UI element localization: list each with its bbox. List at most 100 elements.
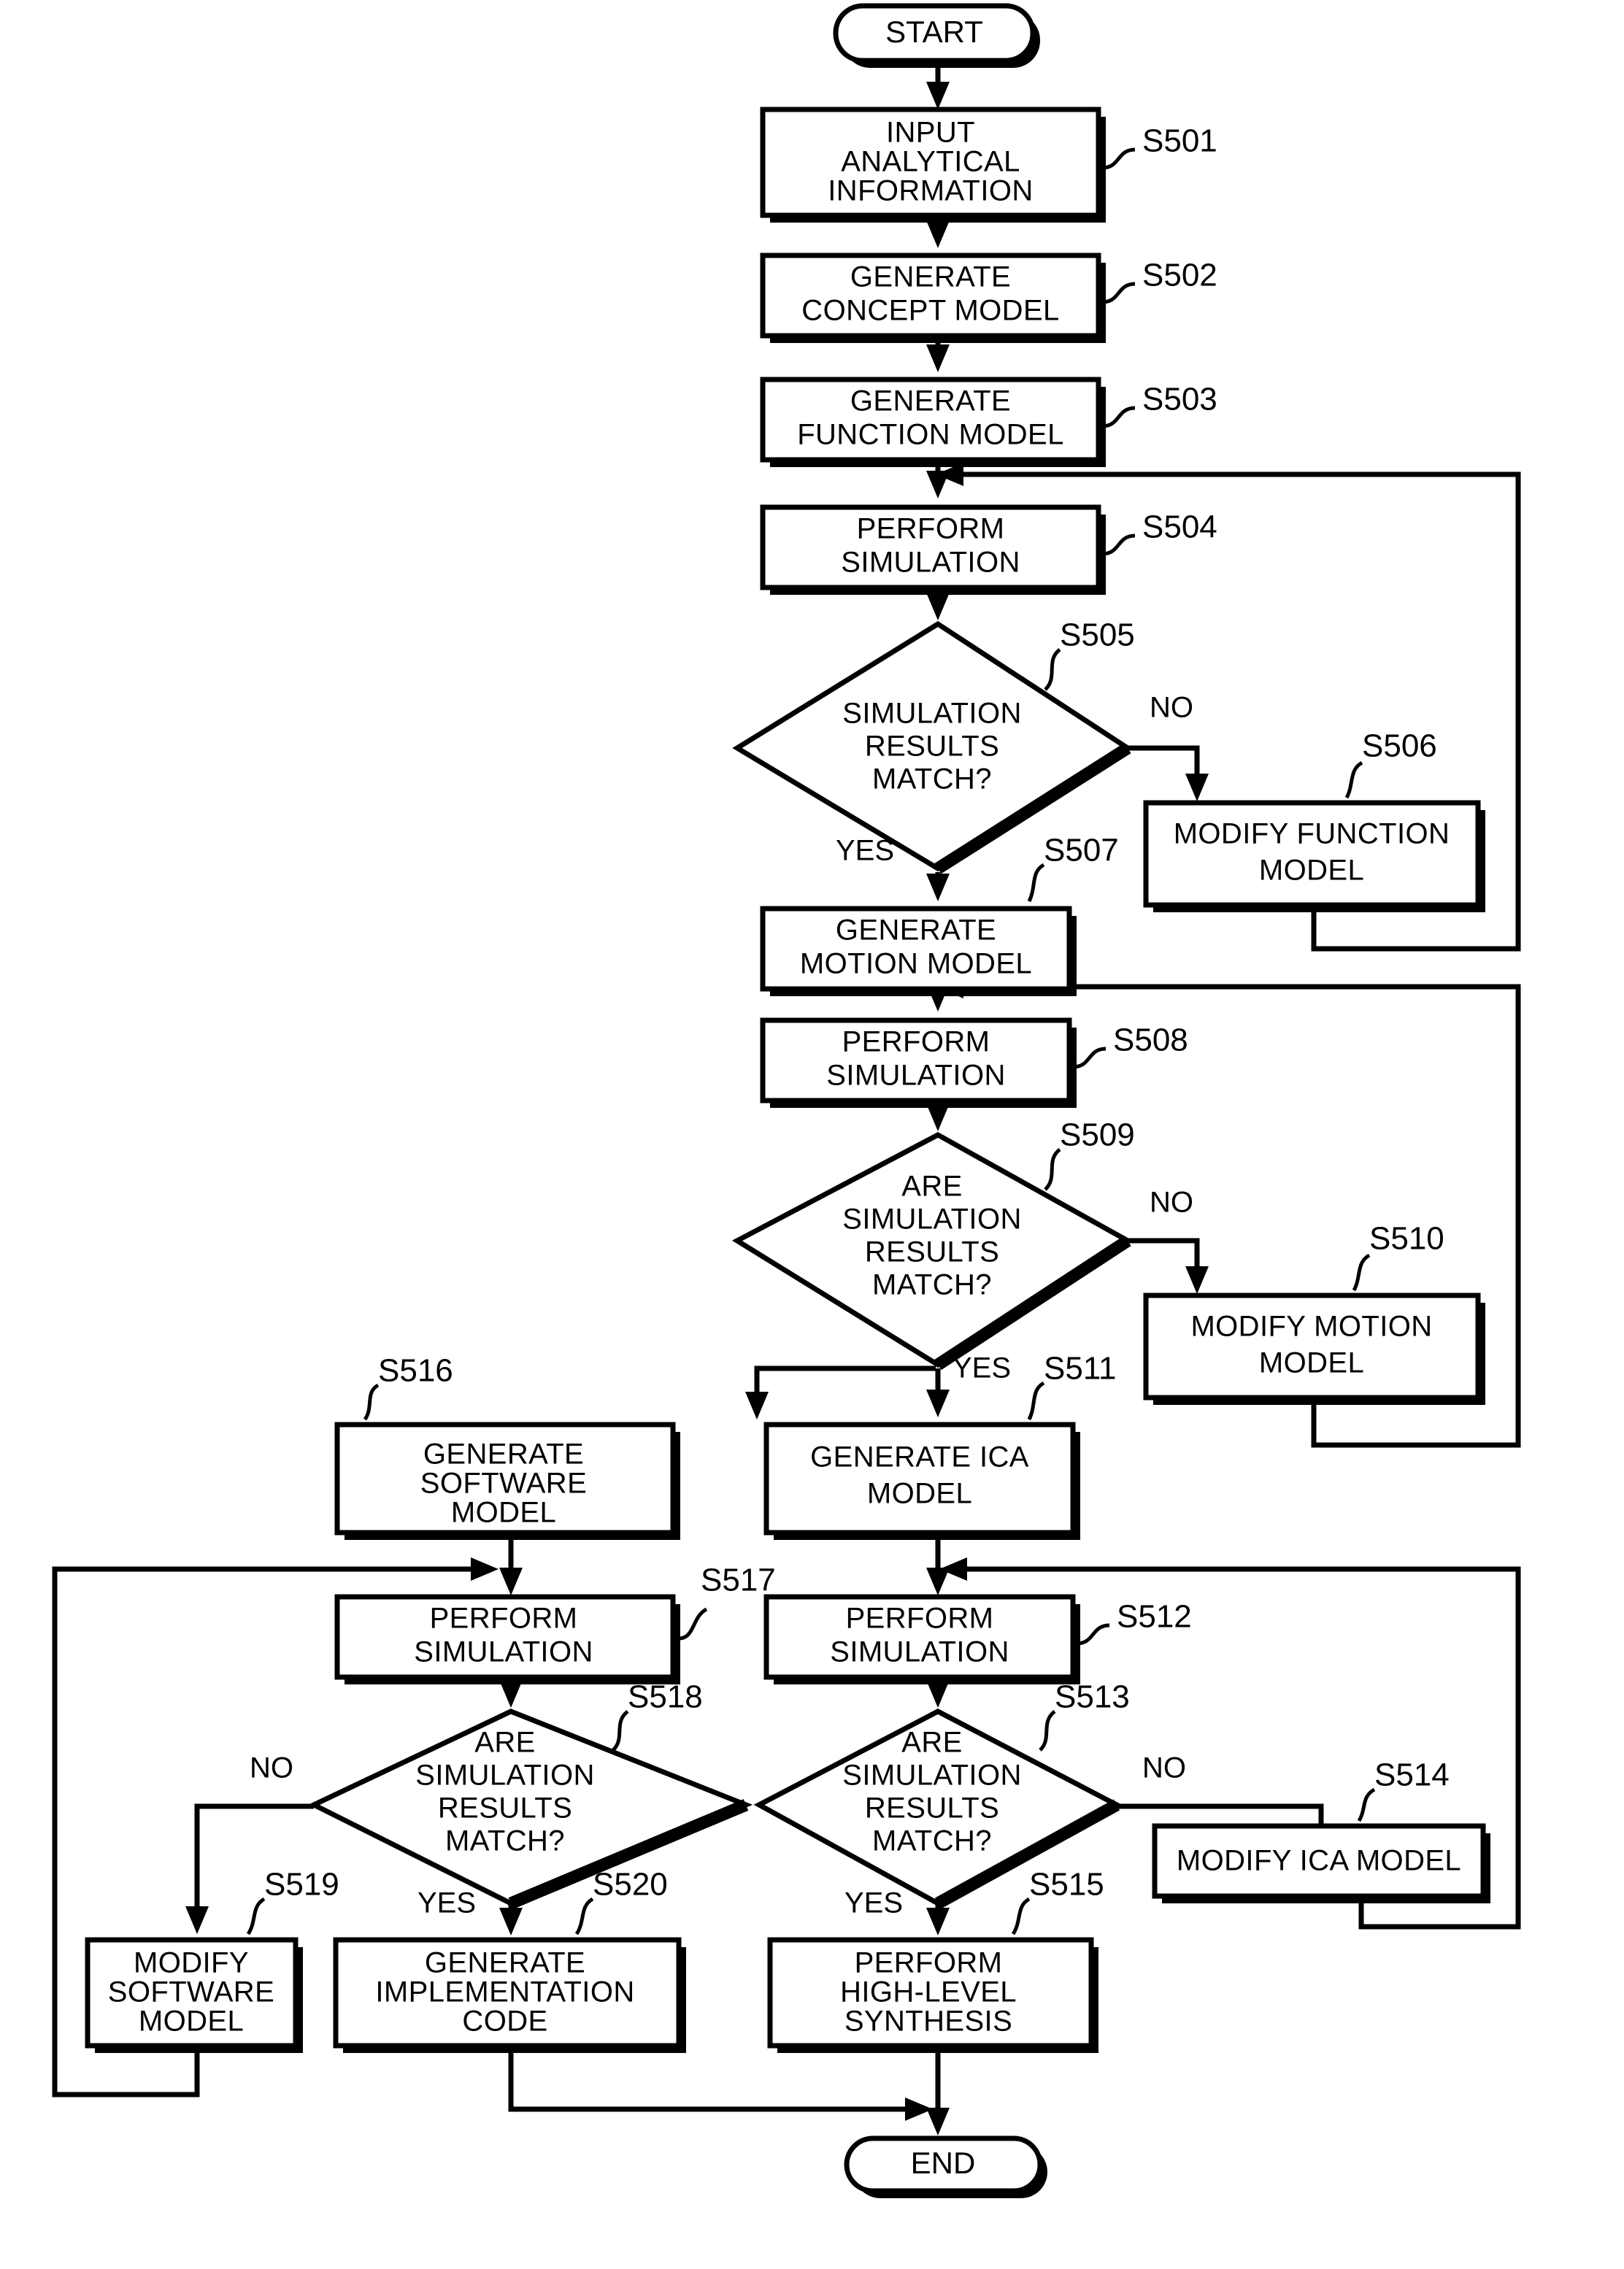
leader-s514 bbox=[1357, 1787, 1376, 1822]
node-s518-line3: RESULTS bbox=[438, 1792, 572, 1825]
node-s518-line2: SIMULATION bbox=[415, 1760, 595, 1792]
node-s503-line1: GENERATE bbox=[850, 385, 1011, 417]
arrowhead-s502 bbox=[926, 220, 950, 248]
ref-s501: S501 bbox=[1142, 123, 1217, 159]
node-s513-line1: ARE bbox=[901, 1727, 962, 1759]
arrowhead-s507 bbox=[926, 874, 950, 901]
node-s503[interactable]: GENERATE FUNCTION MODEL bbox=[760, 377, 1106, 467]
node-s513-line4: MATCH? bbox=[872, 1825, 992, 1857]
node-s513-line3: RESULTS bbox=[865, 1792, 999, 1825]
node-s508-line1: PERFORM bbox=[842, 1026, 990, 1058]
node-s516-line1: GENERATE bbox=[423, 1438, 584, 1471]
leader-s512 bbox=[1076, 1623, 1110, 1646]
edge-s520-end bbox=[508, 2049, 916, 2112]
node-s503-line2: FUNCTION MODEL bbox=[797, 419, 1064, 451]
ref-s515: S515 bbox=[1029, 1867, 1104, 1903]
label-s513-yes: YES bbox=[844, 1887, 903, 1919]
ref-s512: S512 bbox=[1117, 1599, 1192, 1635]
node-s509-line3: RESULTS bbox=[865, 1236, 999, 1268]
node-s504[interactable]: PERFORM SIMULATION bbox=[760, 504, 1106, 595]
node-s510[interactable]: MODIFY MOTION MODEL bbox=[1143, 1293, 1485, 1405]
arrowhead-s511 bbox=[926, 1390, 950, 1417]
arrowhead-s516-top bbox=[745, 1392, 769, 1419]
terminator-end: END bbox=[844, 2135, 1047, 2198]
ref-s517: S517 bbox=[701, 1563, 776, 1598]
node-s507-line1: GENERATE bbox=[836, 914, 996, 947]
ref-s510: S510 bbox=[1369, 1221, 1444, 1257]
arrowhead-end bbox=[926, 2108, 950, 2135]
node-s515-line3: SYNTHESIS bbox=[844, 2006, 1012, 2038]
leader-s520 bbox=[574, 1897, 594, 1935]
node-s509-line1: ARE bbox=[901, 1171, 962, 1203]
leader-s516 bbox=[363, 1383, 380, 1421]
node-s509-line4: MATCH? bbox=[872, 1269, 992, 1301]
label-s509-yes: YES bbox=[953, 1352, 1011, 1384]
node-s501-line1: INPUT bbox=[886, 117, 975, 149]
ref-s511: S511 bbox=[1044, 1351, 1117, 1387]
node-s506[interactable]: MODIFY FUNCTION MODEL bbox=[1143, 800, 1485, 912]
terminator-start: START bbox=[833, 3, 1040, 68]
arrowhead-s510 bbox=[1185, 1266, 1209, 1294]
node-s507[interactable]: GENERATE MOTION MODEL bbox=[760, 906, 1077, 996]
node-s508[interactable]: PERFORM SIMULATION bbox=[760, 1017, 1077, 1108]
ref-s507: S507 bbox=[1044, 833, 1119, 868]
ref-s518: S518 bbox=[628, 1679, 703, 1715]
node-s502-line1: GENERATE bbox=[850, 261, 1011, 293]
node-s506-line2: MODEL bbox=[1259, 855, 1364, 887]
ref-s503: S503 bbox=[1142, 382, 1217, 417]
label-s513-no: NO bbox=[1142, 1752, 1186, 1784]
leader-s504 bbox=[1101, 533, 1136, 556]
node-s511-line1: GENERATE ICA bbox=[810, 1441, 1029, 1473]
node-s501-line2: ANALYTICAL bbox=[841, 146, 1020, 178]
node-s501-line3: INFORMATION bbox=[828, 175, 1033, 207]
node-s505-line1: SIMULATION bbox=[842, 698, 1022, 730]
arrowhead-s519 bbox=[185, 1906, 209, 1934]
node-s519[interactable]: MODIFY SOFTWARE MODEL bbox=[85, 1937, 303, 2053]
node-s520[interactable]: GENERATE IMPLEMENTATION CODE bbox=[333, 1937, 686, 2053]
node-s514-line1: MODIFY ICA MODEL bbox=[1177, 1845, 1461, 1877]
node-s509[interactable]: ARE SIMULATION RESULTS MATCH? bbox=[731, 1132, 1133, 1371]
leader-s508 bbox=[1072, 1047, 1107, 1069]
label-s518-yes: YES bbox=[417, 1887, 476, 1919]
node-s514[interactable]: MODIFY ICA MODEL bbox=[1152, 1823, 1490, 1903]
node-s520-line2: IMPLEMENTATION bbox=[375, 1976, 634, 2008]
arrowhead-s504 bbox=[926, 471, 950, 498]
node-s519-line2: SOFTWARE bbox=[108, 1976, 274, 2008]
node-s502[interactable]: GENERATE CONCEPT MODEL bbox=[760, 253, 1106, 343]
node-s516-line2: SOFTWARE bbox=[420, 1468, 587, 1500]
node-s515[interactable]: PERFORM HIGH-LEVEL SYNTHESIS bbox=[767, 1937, 1098, 2053]
node-s501[interactable]: INPUT ANALYTICAL INFORMATION bbox=[760, 107, 1106, 223]
leader-s510 bbox=[1352, 1253, 1371, 1292]
leader-s509 bbox=[1044, 1148, 1061, 1191]
ref-s509: S509 bbox=[1060, 1117, 1135, 1153]
arrowhead-s506 bbox=[1185, 774, 1209, 801]
node-s518-line4: MATCH? bbox=[445, 1825, 565, 1857]
node-s517-line1: PERFORM bbox=[430, 1603, 578, 1635]
node-s513-line2: SIMULATION bbox=[842, 1760, 1022, 1792]
node-s510-line2: MODEL bbox=[1259, 1347, 1364, 1379]
node-s518[interactable]: ARE SIMULATION RESULTS MATCH? bbox=[308, 1709, 753, 1909]
node-s520-line3: CODE bbox=[462, 2006, 547, 2038]
node-s518-line1: ARE bbox=[474, 1727, 535, 1759]
node-s511[interactable]: GENERATE ICA MODEL bbox=[763, 1422, 1080, 1540]
flowchart-canvas: START INPUT ANALYTICAL INFORMATION S501 … bbox=[0, 0, 1624, 2269]
label-s505-yes: YES bbox=[836, 835, 894, 867]
ref-s514: S514 bbox=[1374, 1757, 1450, 1793]
ref-s519: S519 bbox=[264, 1867, 339, 1903]
leader-s513 bbox=[1039, 1710, 1056, 1752]
leader-s511 bbox=[1027, 1381, 1045, 1421]
leader-s501 bbox=[1101, 147, 1136, 170]
node-s517[interactable]: PERFORM SIMULATION bbox=[334, 1594, 680, 1684]
node-s512-line1: PERFORM bbox=[846, 1603, 994, 1635]
label-s509-no: NO bbox=[1150, 1187, 1193, 1219]
ref-s513: S513 bbox=[1055, 1679, 1130, 1715]
node-s508-line2: SIMULATION bbox=[826, 1060, 1006, 1092]
node-s515-line1: PERFORM bbox=[855, 1947, 1003, 1979]
leader-s505 bbox=[1044, 648, 1061, 691]
node-s511-line2: MODEL bbox=[867, 1478, 972, 1510]
node-s512[interactable]: PERFORM SIMULATION bbox=[763, 1594, 1080, 1684]
leader-s517 bbox=[678, 1607, 708, 1641]
node-s516[interactable]: GENERATE SOFTWARE MODEL bbox=[334, 1422, 680, 1540]
arrowhead-s505 bbox=[926, 593, 950, 620]
ref-s506: S506 bbox=[1362, 728, 1437, 764]
